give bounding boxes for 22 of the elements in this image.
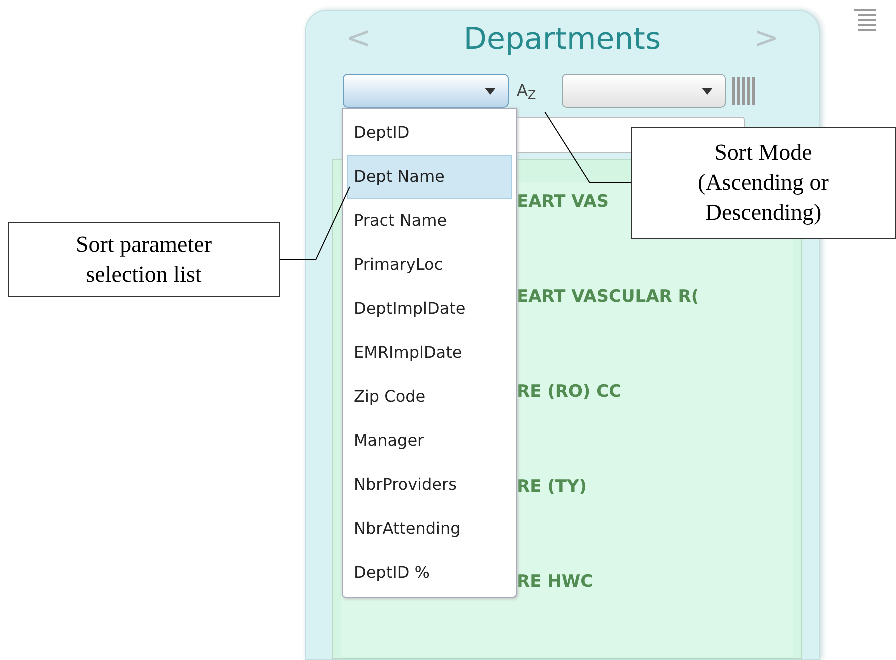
sort-parameter-dropdown[interactable] xyxy=(343,74,509,108)
filter-dropdown[interactable] xyxy=(562,74,726,108)
sort-option[interactable]: DeptImplDate xyxy=(347,287,512,331)
callout-label: Sort Mode (Ascending or Descending) xyxy=(631,127,896,239)
sort-option[interactable]: NbrAttending xyxy=(347,507,512,551)
panel-title: Departments xyxy=(462,20,662,58)
sort-mode-button[interactable]: A$_{Z}$ xyxy=(517,83,536,99)
sort-option[interactable]: DeptID xyxy=(347,111,512,155)
sort-option[interactable]: EMRImplDate xyxy=(347,331,512,375)
department-name: EART VAS xyxy=(517,192,610,212)
dropdown-arrow-icon xyxy=(702,88,714,94)
dropdown-arrow-icon xyxy=(485,88,496,94)
sort-option[interactable]: Dept Name xyxy=(347,155,512,199)
sort-option[interactable]: Pract Name xyxy=(347,199,512,243)
department-name: RE (TY) xyxy=(517,477,588,497)
callout-label: Sort parameter selection list xyxy=(8,222,280,297)
sort-option[interactable]: Zip Code xyxy=(347,375,512,419)
department-name: EART VASCULAR R( xyxy=(517,287,700,307)
department-name: RE HWC xyxy=(517,572,594,592)
department-name: RE (RO) CC xyxy=(517,382,622,402)
columns-icon[interactable] xyxy=(732,77,756,105)
sort-option[interactable]: Manager xyxy=(347,419,512,463)
